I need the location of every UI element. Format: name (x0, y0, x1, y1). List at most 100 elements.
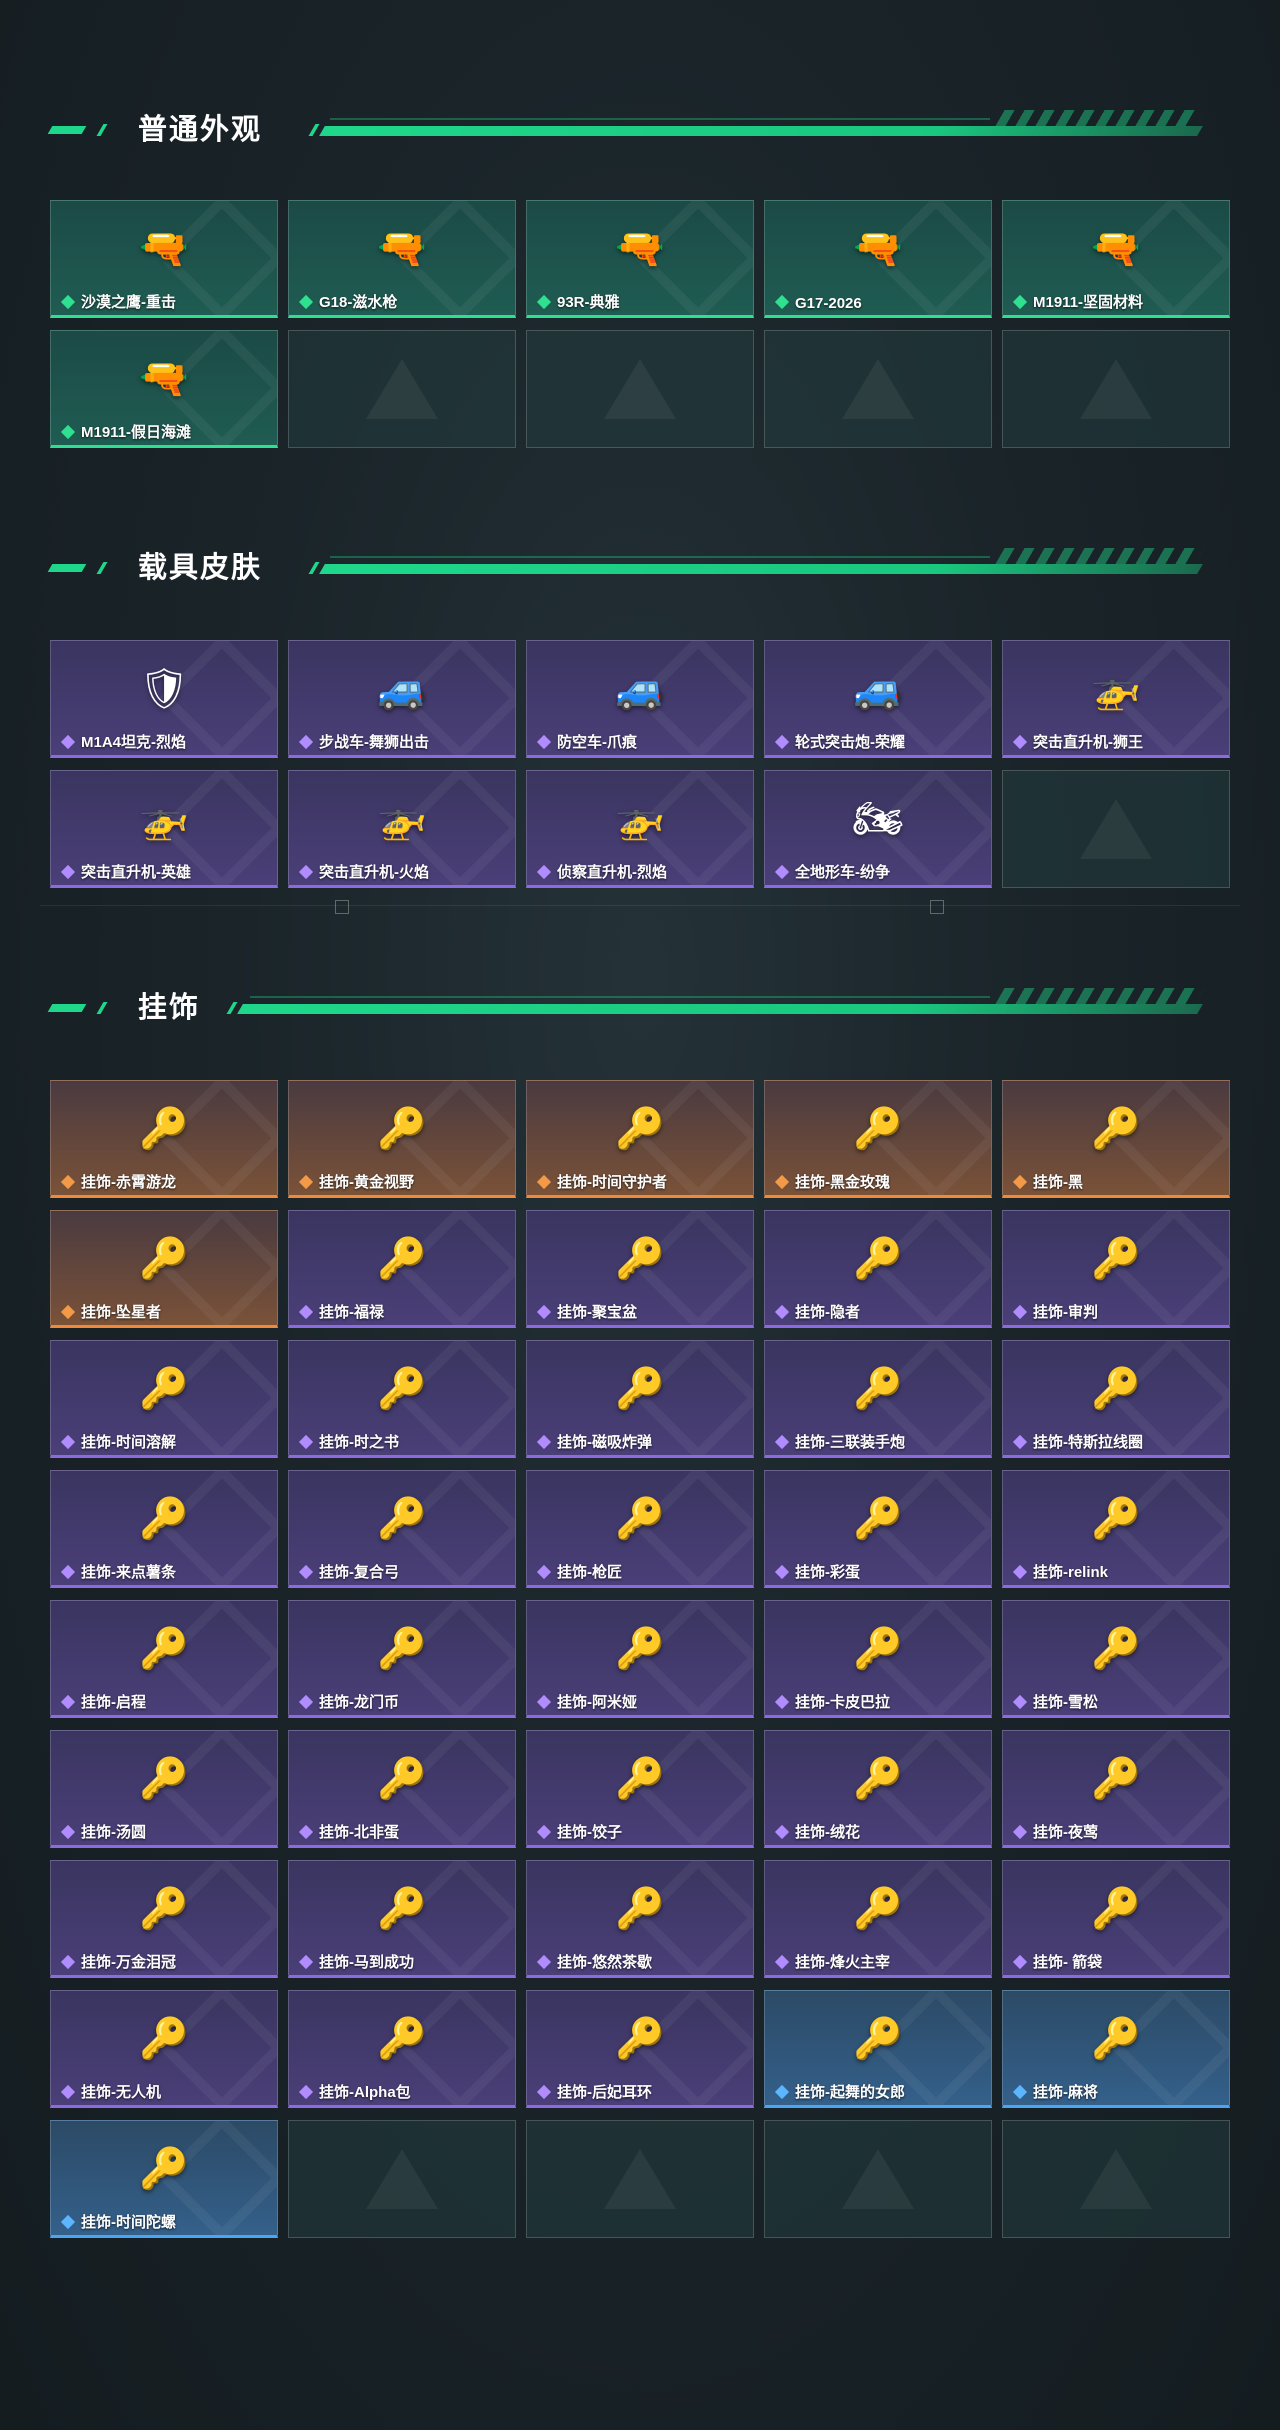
item-card[interactable]: 🔑 挂饰-审判 (1002, 1210, 1230, 1328)
charm-icon: 🔑 (139, 2016, 189, 2061)
rarity-diamond-icon (774, 1304, 790, 1320)
item-card[interactable]: 🔑 挂饰-relink (1002, 1470, 1230, 1588)
item-card[interactable]: 🔑 挂饰-彩蛋 (764, 1470, 992, 1588)
item-card[interactable]: 🛡 M1A4坦克-烈焰 (50, 640, 278, 758)
rarity-diamond-icon (60, 1304, 76, 1320)
item-card[interactable]: 🔑 挂饰-启程 (50, 1600, 278, 1718)
item-label: 挂饰-时间溶解 (81, 1434, 176, 1451)
rarity-diamond-icon (1012, 1434, 1028, 1450)
item-card[interactable]: 🔑 挂饰-卡皮巴拉 (764, 1600, 992, 1718)
item-card[interactable]: 🔑 挂饰-磁吸炸弹 (526, 1340, 754, 1458)
ifv-icon: 🚙 (615, 666, 665, 711)
item-card[interactable]: 🔑 挂饰-聚宝盆 (526, 1210, 754, 1328)
item-card[interactable]: 🔑 挂饰-饺子 (526, 1730, 754, 1848)
watermark-logo-icon (842, 2149, 914, 2209)
item-card[interactable]: 🔑 挂饰-起舞的女郎 (764, 1990, 992, 2108)
heli-icon: 🚁 (1091, 666, 1141, 711)
rarity-diamond-icon (774, 2084, 790, 2100)
rarity-diamond-icon (298, 1564, 314, 1580)
item-card[interactable]: 🔫 沙漠之鹰-重击 (50, 200, 278, 318)
item-card[interactable]: 🔑 挂饰-Alpha包 (288, 1990, 516, 2108)
item-card[interactable]: 🔑 挂饰-黑 (1002, 1080, 1230, 1198)
item-card[interactable]: 🔑 挂饰-绒花 (764, 1730, 992, 1848)
item-card[interactable]: 🔑 挂饰-三联装手炮 (764, 1340, 992, 1458)
charm-icon: 🔑 (139, 2146, 189, 2191)
charm-icon: 🔑 (853, 1106, 903, 1151)
empty-slot (1002, 330, 1230, 448)
item-card[interactable]: 🚁 突击直升机-火焰 (288, 770, 516, 888)
item-label: 挂饰-启程 (81, 1694, 146, 1711)
charm-icon: 🔑 (377, 2016, 427, 2061)
rarity-diamond-icon (774, 864, 790, 880)
rarity-diamond-icon (774, 294, 790, 310)
item-card[interactable]: 🔑 挂饰-麻将 (1002, 1990, 1230, 2108)
charm-icon: 🔑 (139, 1886, 189, 1931)
header-line-tick (308, 124, 320, 136)
item-card[interactable]: 🔑 挂饰-赤霄游龙 (50, 1080, 278, 1198)
item-label: 挂饰-三联装手炮 (795, 1434, 905, 1451)
item-card[interactable]: 🚁 侦察直升机-烈焰 (526, 770, 754, 888)
item-card[interactable]: 🚙 步战车-舞狮出击 (288, 640, 516, 758)
item-card[interactable]: 🔫 93R-典雅 (526, 200, 754, 318)
item-card[interactable]: 🚁 突击直升机-英雄 (50, 770, 278, 888)
item-label: 挂饰-雪松 (1033, 1694, 1098, 1711)
item-card[interactable]: 🔑 挂饰-马到成功 (288, 1860, 516, 1978)
item-label: M1A4坦克-烈焰 (81, 734, 187, 751)
item-card[interactable]: 🔑 挂饰-特斯拉线圈 (1002, 1340, 1230, 1458)
section-header-vehicle-skins: 载具皮肤 (47, 548, 1205, 588)
item-label: 挂饰-黄金视野 (319, 1174, 414, 1191)
item-card[interactable]: 🚙 防空车-爪痕 (526, 640, 754, 758)
item-label: 挂饰-饺子 (557, 1824, 622, 1841)
section-title: 普通外观 (138, 114, 263, 146)
item-card[interactable]: 🔑 挂饰-黑金玫瑰 (764, 1080, 992, 1198)
item-card[interactable]: 🔑 挂饰-黄金视野 (288, 1080, 516, 1198)
item-label: 挂饰-汤圆 (81, 1824, 146, 1841)
rarity-diamond-icon (536, 864, 552, 880)
item-card[interactable]: 🔫 G18-滋水枪 (288, 200, 516, 318)
watermark-logo-icon (842, 359, 914, 419)
item-card[interactable]: 🔑 挂饰-福禄 (288, 1210, 516, 1328)
header-checker-pattern (995, 548, 1205, 564)
item-label: 挂饰-烽火主宰 (795, 1954, 890, 1971)
item-card[interactable]: 🏍 全地形车-纷争 (764, 770, 992, 888)
item-card[interactable]: 🔑 挂饰-坠星者 (50, 1210, 278, 1328)
item-label: 挂饰-彩蛋 (795, 1564, 860, 1581)
heli-icon: 🚁 (139, 796, 189, 841)
item-card[interactable]: 🔫 M1911-假日海滩 (50, 330, 278, 448)
item-card[interactable]: 🔑 挂饰-时间溶解 (50, 1340, 278, 1458)
item-label: 挂饰-聚宝盆 (557, 1304, 637, 1321)
atv-icon: 🏍 (852, 796, 904, 841)
item-card[interactable]: 🔑 挂饰-时间守护者 (526, 1080, 754, 1198)
item-card[interactable]: 🚙 轮式突击炮-荣耀 (764, 640, 992, 758)
item-card[interactable]: 🔑 挂饰-来点薯条 (50, 1470, 278, 1588)
pistol-icon: 🔫 (615, 226, 665, 271)
item-card[interactable]: 🔑 挂饰-枪匠 (526, 1470, 754, 1588)
item-card[interactable]: 🔑 挂饰-烽火主宰 (764, 1860, 992, 1978)
item-card[interactable]: 🔫 G17-2026 (764, 200, 992, 318)
item-card[interactable]: 🔑 挂饰-龙门币 (288, 1600, 516, 1718)
item-card[interactable]: 🔑 挂饰-夜莺 (1002, 1730, 1230, 1848)
grid-charms: 🔑 挂饰-赤霄游龙 🔑 挂饰-黄金视野 🔑 挂饰-时间守护者 🔑 挂饰-黑金玫瑰 🔑 挂饰-黑 🔑 挂… (50, 1080, 1230, 2238)
heli-icon: 🚁 (377, 796, 427, 841)
rarity-diamond-icon (536, 1304, 552, 1320)
item-card[interactable]: 🔑 挂饰-悠然茶歇 (526, 1860, 754, 1978)
item-card[interactable]: 🔑 挂饰-雪松 (1002, 1600, 1230, 1718)
item-card[interactable]: 🔑 挂饰-时间陀螺 (50, 2120, 278, 2238)
item-card[interactable]: 🔑 挂饰-北非蛋 (288, 1730, 516, 1848)
item-card[interactable]: 🚁 突击直升机-狮王 (1002, 640, 1230, 758)
item-card[interactable]: 🔫 M1911-坚固材料 (1002, 200, 1230, 318)
item-card[interactable]: 🔑 挂饰-时之书 (288, 1340, 516, 1458)
charm-icon: 🔑 (377, 1496, 427, 1541)
item-card[interactable]: 🔑 挂饰-后妃耳环 (526, 1990, 754, 2108)
header-thin-line (330, 556, 990, 558)
item-card[interactable]: 🔑 挂饰-无人机 (50, 1990, 278, 2108)
rarity-diamond-icon (774, 1954, 790, 1970)
rarity-diamond-icon (298, 864, 314, 880)
item-card[interactable]: 🔑 挂饰-阿米娅 (526, 1600, 754, 1718)
item-card[interactable]: 🔑 挂饰-隐者 (764, 1210, 992, 1328)
item-label: 轮式突击炮-荣耀 (795, 734, 905, 751)
item-card[interactable]: 🔑 挂饰-万金泪冠 (50, 1860, 278, 1978)
item-card[interactable]: 🔑 挂饰-汤圆 (50, 1730, 278, 1848)
item-card[interactable]: 🔑 挂饰-复合弓 (288, 1470, 516, 1588)
item-card[interactable]: 🔑 挂饰- 箭袋 (1002, 1860, 1230, 1978)
